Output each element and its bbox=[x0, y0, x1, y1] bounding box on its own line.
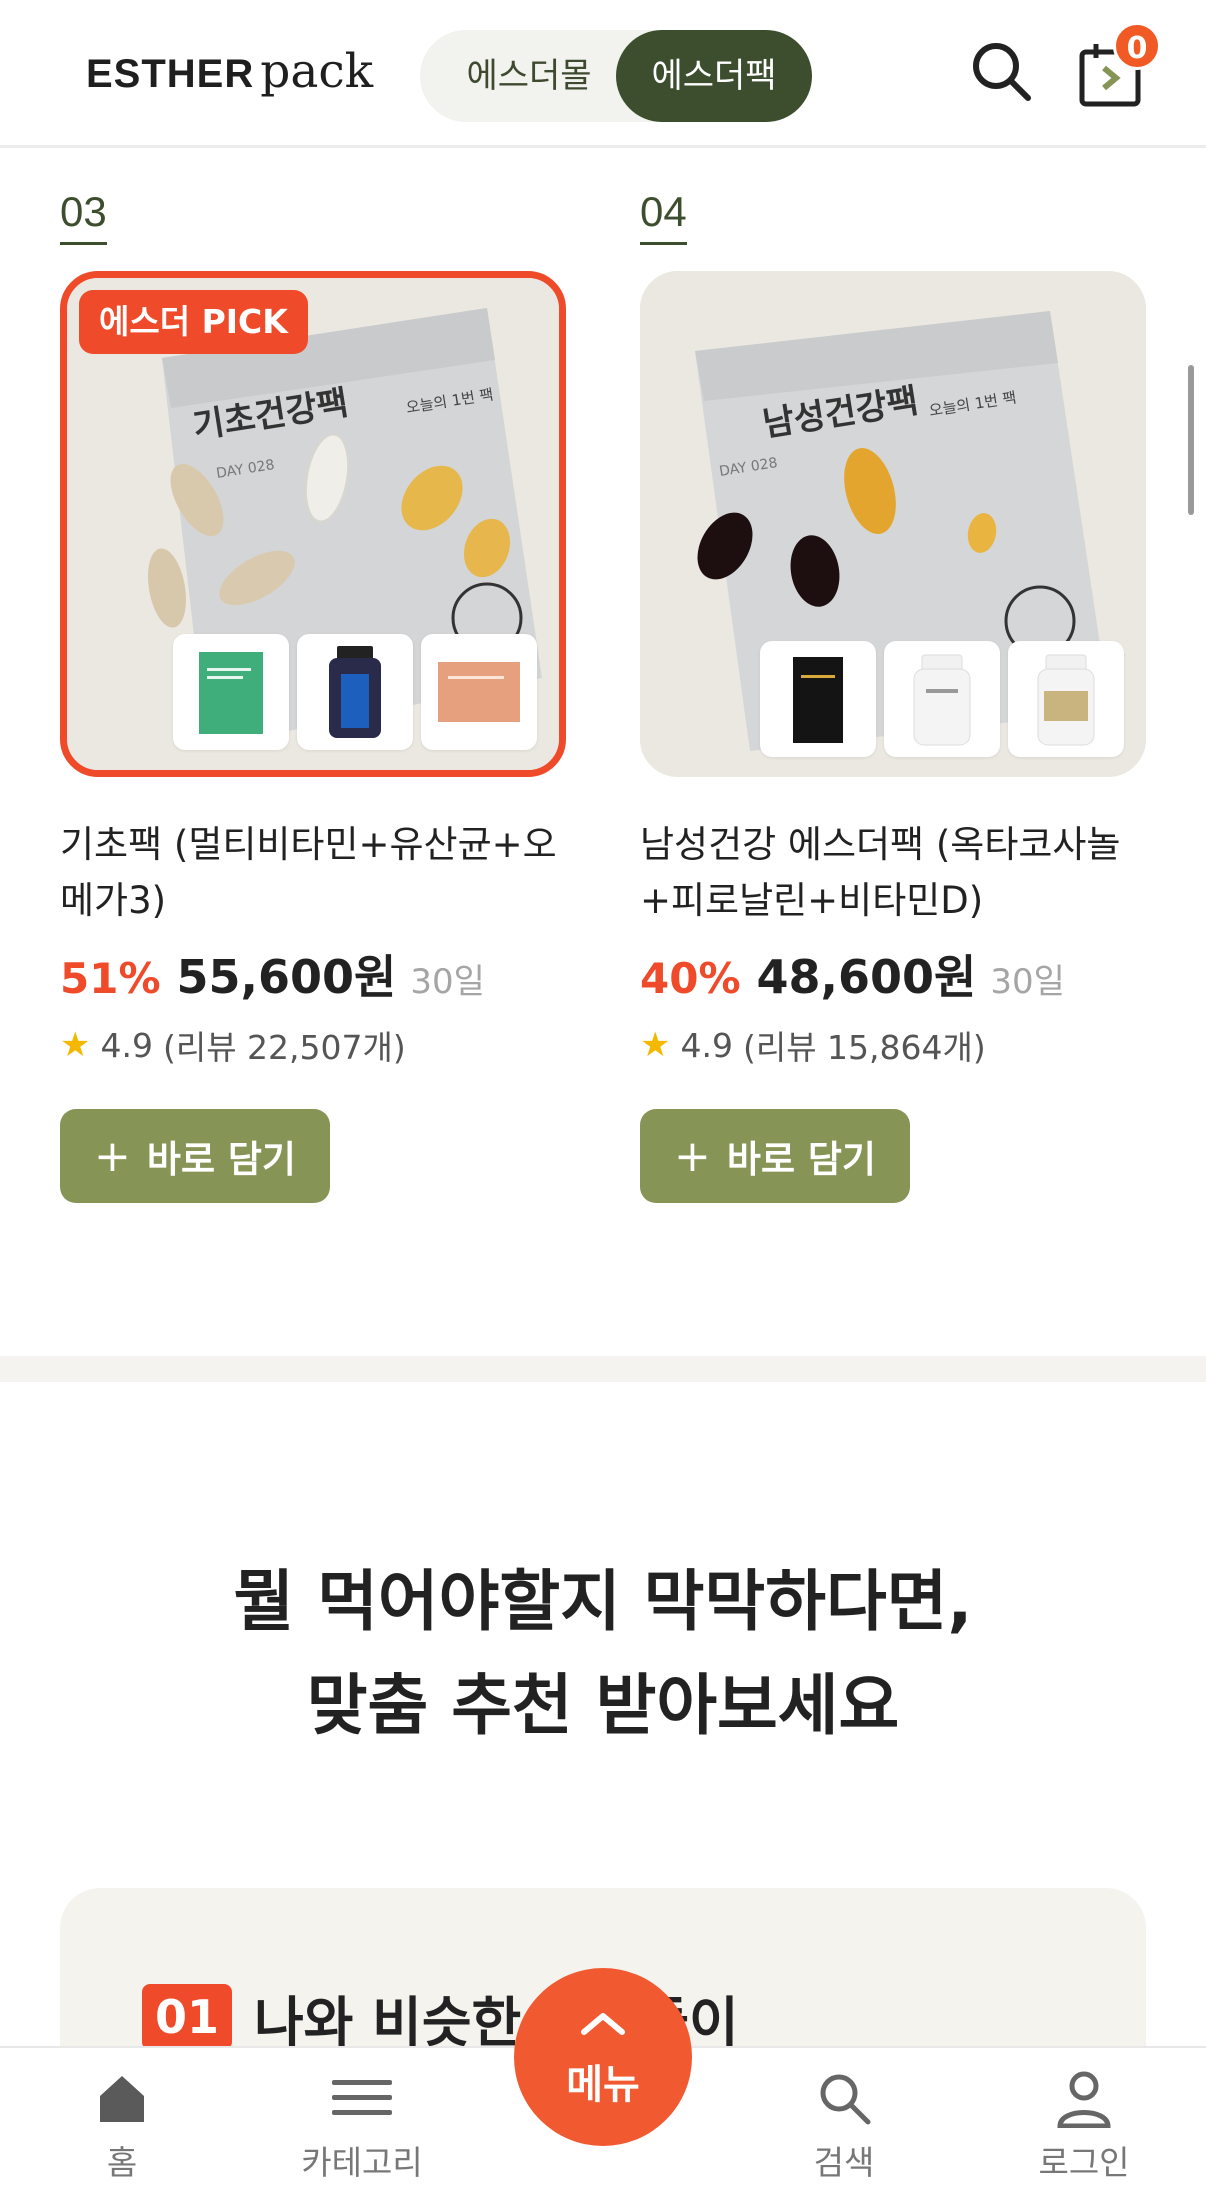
logo-text-main: ESTHER bbox=[86, 52, 255, 96]
discount-rate: 51% bbox=[60, 954, 161, 1003]
review-count: (리뷰 15,864개) bbox=[742, 1028, 986, 1067]
chevron-up-icon bbox=[581, 2013, 625, 2035]
plus-icon: + bbox=[674, 1130, 711, 1182]
nav-category[interactable]: 카테고리 bbox=[262, 2048, 462, 2188]
product-rank: 03 bbox=[60, 188, 107, 245]
menu-fab-button[interactable]: 메뉴 bbox=[514, 1968, 692, 2146]
esther-pack-logo[interactable]: ESTHER pack bbox=[86, 44, 373, 108]
user-icon bbox=[1057, 2071, 1111, 2128]
review-count: (리뷰 22,507개) bbox=[162, 1028, 406, 1067]
nav-home[interactable]: 홈 bbox=[22, 2048, 222, 2188]
tab-esther-pack[interactable]: 에스더팩 bbox=[616, 30, 812, 122]
product-price: 55,600원 bbox=[176, 950, 397, 1004]
add-to-cart-button[interactable]: + 바로 담기 bbox=[60, 1109, 330, 1203]
plus-icon: + bbox=[94, 1130, 131, 1182]
recommend-title: 뭘 먹어야할지 막막하다면, 맞춤 추천 받아보세요 bbox=[0, 1550, 1206, 1758]
esther-pick-badge: 에스더 PICK bbox=[79, 290, 308, 354]
product-card[interactable]: 03 기초건강팩 오늘의 1번 팩 DAY 028 에스더 PICK 기초팩 (… bbox=[60, 188, 566, 1203]
included-product-thumb bbox=[1008, 641, 1124, 757]
recommend-title-line2: 맞춤 추천 받아보세요 bbox=[306, 1667, 900, 1744]
price-row: 40% 48,600원 30일 bbox=[640, 941, 1146, 1007]
discount-rate: 40% bbox=[640, 954, 741, 1003]
included-product-thumb bbox=[884, 641, 1000, 757]
nav-home-label: 홈 bbox=[106, 2143, 138, 2182]
add-to-cart-label: 바로 담기 bbox=[726, 1138, 876, 1181]
rating-value: 4.9 bbox=[680, 1025, 733, 1065]
section-divider bbox=[0, 1356, 1206, 1382]
cart-count-badge: 0 bbox=[1113, 22, 1161, 70]
star-icon: ★ bbox=[60, 1025, 91, 1065]
supply-period: 30일 bbox=[990, 962, 1065, 1002]
included-product-thumb bbox=[297, 634, 413, 750]
included-product-thumb bbox=[421, 634, 537, 750]
included-product-thumb bbox=[173, 634, 289, 750]
rating-row: ★ 4.9 (리뷰 22,507개) bbox=[60, 1021, 566, 1069]
price-row: 51% 55,600원 30일 bbox=[60, 941, 566, 1007]
product-name[interactable]: 남성건강 에스더팩 (옥타코사놀+피로날린+비타민D) bbox=[640, 817, 1146, 929]
product-price: 48,600원 bbox=[756, 950, 977, 1004]
nav-login-label: 로그인 bbox=[1038, 2143, 1130, 2182]
add-to-cart-label: 바로 담기 bbox=[146, 1138, 296, 1181]
product-card[interactable]: 04 남성건강팩 오늘의 1번 팩 DAY 028 남성건강 에스더팩 (옥타코… bbox=[640, 188, 1146, 1203]
tab-esther-mall[interactable]: 에스더몰 bbox=[444, 30, 614, 122]
scrollbar-thumb[interactable] bbox=[1188, 365, 1194, 515]
included-products bbox=[173, 634, 537, 750]
menu-lines-icon bbox=[332, 2080, 392, 2115]
supply-period: 30일 bbox=[410, 962, 485, 1002]
search-icon bbox=[820, 2074, 871, 2125]
nav-search[interactable]: 검색 bbox=[744, 2048, 944, 2188]
step-number-badge: 01 bbox=[142, 1984, 232, 2050]
nav-category-label: 카테고리 bbox=[301, 2143, 423, 2182]
menu-fab-label: 메뉴 bbox=[566, 2062, 640, 2108]
product-name[interactable]: 기초팩 (멀티비타민+유산균+오메가3) bbox=[60, 817, 566, 929]
nav-search-label: 검색 bbox=[813, 2143, 875, 2182]
add-to-cart-button[interactable]: + 바로 담기 bbox=[640, 1109, 910, 1203]
home-icon bbox=[100, 2076, 144, 2122]
star-icon: ★ bbox=[640, 1025, 671, 1065]
top-header: ESTHER pack 에스더몰 에스더팩 0 bbox=[0, 0, 1206, 148]
nav-login[interactable]: 로그인 bbox=[984, 2048, 1184, 2188]
recommend-title-line1: 뭘 먹어야할지 막막하다면, bbox=[233, 1563, 973, 1640]
mall-pack-toggle: 에스더몰 에스더팩 bbox=[420, 30, 812, 122]
rating-value: 4.9 bbox=[100, 1025, 153, 1065]
included-product-thumb bbox=[760, 641, 876, 757]
logo-text-sub: pack bbox=[260, 44, 374, 99]
product-image[interactable]: 남성건강팩 오늘의 1번 팩 DAY 028 bbox=[640, 271, 1146, 777]
included-products bbox=[760, 641, 1124, 757]
rating-row: ★ 4.9 (리뷰 15,864개) bbox=[640, 1021, 1146, 1069]
product-image[interactable]: 기초건강팩 오늘의 1번 팩 DAY 028 에스더 PICK bbox=[60, 271, 566, 777]
product-rank: 04 bbox=[640, 188, 687, 245]
search-icon[interactable] bbox=[968, 38, 1036, 106]
